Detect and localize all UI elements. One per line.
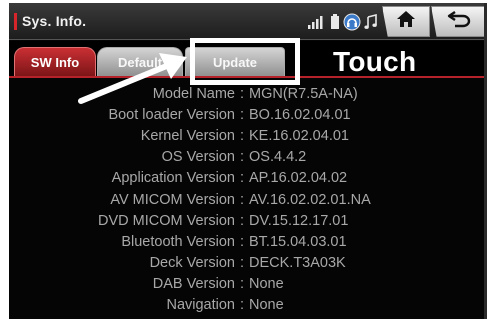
head-unit-screen: Sys. Info. SW Info Default Update Model … xyxy=(9,3,487,319)
info-colon: : xyxy=(239,212,245,229)
info-colon: : xyxy=(239,127,245,144)
music-note-icon xyxy=(364,14,378,30)
info-colon: : xyxy=(239,85,245,102)
info-colon: : xyxy=(239,255,245,272)
home-icon xyxy=(396,10,416,33)
info-value: AV.16.02.02.01.NA xyxy=(249,191,371,208)
info-label: Kernel Version xyxy=(140,127,235,144)
tab-update[interactable]: Update xyxy=(185,47,285,77)
software-info-list: Model Name : MGN(R7.5A-NA) Boot loader V… xyxy=(9,83,487,316)
info-label: Navigation xyxy=(166,297,235,314)
info-row-navigation: Navigation : None xyxy=(9,295,487,316)
info-colon: : xyxy=(239,276,245,293)
info-row-bluetooth: Bluetooth Version : BT.15.04.03.01 xyxy=(9,231,487,252)
info-colon: : xyxy=(239,170,245,187)
info-row-dab: DAB Version : None xyxy=(9,274,487,295)
info-colon: : xyxy=(239,233,245,250)
status-icons xyxy=(307,11,378,33)
info-label: DVD MICOM Version xyxy=(98,212,235,229)
info-row-av-micom: AV MICOM Version : AV.16.02.02.01.NA xyxy=(9,189,487,210)
info-label: Boot loader Version xyxy=(108,106,235,123)
info-row-os: OS Version : OS.4.4.2 xyxy=(9,147,487,168)
screenshot-frame: Sys. Info. SW Info Default Update Model … xyxy=(0,0,492,322)
info-label: Deck Version xyxy=(149,255,235,272)
battery-icon xyxy=(330,14,340,30)
info-value: BO.16.02.04.01 xyxy=(249,106,351,123)
header-bar: Sys. Info. xyxy=(9,3,487,40)
info-value: BT.15.04.03.01 xyxy=(249,233,347,250)
info-row-application: Application Version : AP.16.02.04.02 xyxy=(9,168,487,189)
info-row-kernel: Kernel Version : KE.16.02.04.01 xyxy=(9,125,487,146)
info-label: OS Version xyxy=(161,149,235,166)
info-colon: : xyxy=(239,297,245,314)
info-label: AV MICOM Version xyxy=(110,191,235,208)
title-accent-mark xyxy=(14,13,17,30)
info-row-deck: Deck Version : DECK.T3A03K xyxy=(9,253,487,274)
page-title: Sys. Info. xyxy=(22,13,87,29)
bluetooth-headset-icon xyxy=(343,13,361,31)
info-colon: : xyxy=(239,191,245,208)
info-value: None xyxy=(249,276,284,293)
info-value: DECK.T3A03K xyxy=(249,255,346,272)
touch-annotation-label: Touch xyxy=(333,46,417,77)
signal-bars-icon xyxy=(307,14,327,30)
info-row-dvd-micom: DVD MICOM Version : DV.15.12.17.01 xyxy=(9,210,487,231)
info-colon: : xyxy=(239,149,245,166)
screen-right-edge xyxy=(484,3,487,319)
info-label: Bluetooth Version xyxy=(121,233,235,250)
info-value: MGN(R7.5A-NA) xyxy=(249,85,358,102)
info-label: Application Version xyxy=(111,170,235,187)
home-button[interactable] xyxy=(382,6,430,37)
info-row-boot-loader: Boot loader Version : BO.16.02.04.01 xyxy=(9,104,487,125)
back-arrow-icon xyxy=(447,10,471,33)
back-button[interactable] xyxy=(431,6,487,37)
pointer-arrow-icon xyxy=(78,53,187,104)
info-colon: : xyxy=(239,106,245,123)
info-value: AP.16.02.04.02 xyxy=(249,170,348,187)
info-value: None xyxy=(249,297,284,314)
info-value: DV.15.12.17.01 xyxy=(249,212,349,229)
info-label: DAB Version xyxy=(152,276,235,293)
info-value: OS.4.4.2 xyxy=(249,149,307,166)
info-value: KE.16.02.04.01 xyxy=(249,127,349,144)
